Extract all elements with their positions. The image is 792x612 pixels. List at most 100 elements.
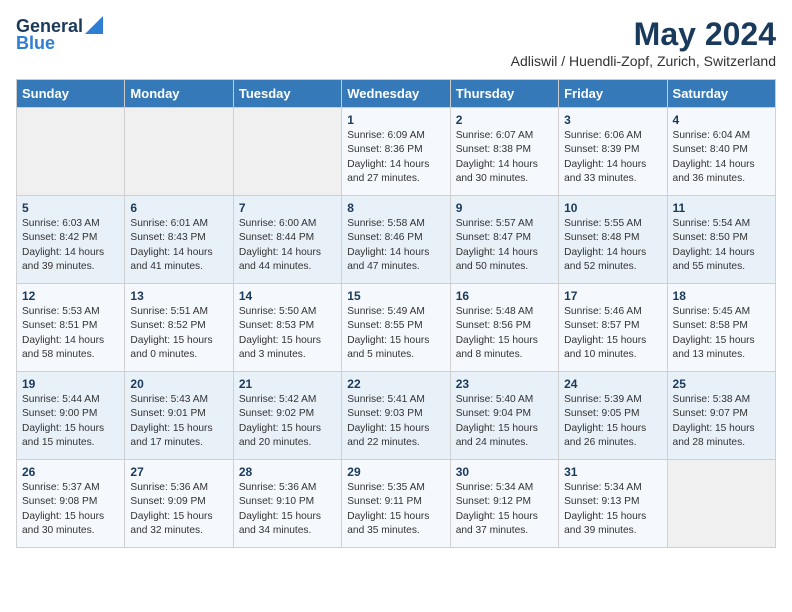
cell-info: Sunrise: 5:36 AM bbox=[130, 481, 227, 495]
cell-info: Daylight: 15 hours bbox=[130, 422, 227, 436]
calendar-cell: 19Sunrise: 5:44 AMSunset: 9:00 PMDayligh… bbox=[17, 372, 125, 460]
cell-info: and 8 minutes. bbox=[456, 348, 553, 362]
cell-info: and 50 minutes. bbox=[456, 260, 553, 274]
calendar-cell: 8Sunrise: 5:58 AMSunset: 8:46 PMDaylight… bbox=[342, 196, 450, 284]
day-number: 30 bbox=[456, 465, 553, 479]
cell-info: Sunset: 9:03 PM bbox=[347, 407, 444, 421]
cell-info: Sunrise: 5:34 AM bbox=[456, 481, 553, 495]
calendar-cell: 10Sunrise: 5:55 AMSunset: 8:48 PMDayligh… bbox=[559, 196, 667, 284]
cell-info: and 27 minutes. bbox=[347, 172, 444, 186]
cell-info: and 22 minutes. bbox=[347, 436, 444, 450]
cell-info: and 24 minutes. bbox=[456, 436, 553, 450]
cell-info: Daylight: 15 hours bbox=[239, 334, 336, 348]
cell-info: Daylight: 15 hours bbox=[22, 510, 119, 524]
cell-info: Sunset: 9:07 PM bbox=[673, 407, 770, 421]
day-number: 21 bbox=[239, 377, 336, 391]
cell-info: Sunrise: 6:03 AM bbox=[22, 217, 119, 231]
location-title: Adliswil / Huendli-Zopf, Zurich, Switzer… bbox=[511, 53, 776, 69]
cell-info: Sunset: 9:09 PM bbox=[130, 495, 227, 509]
cell-info: and 34 minutes. bbox=[239, 524, 336, 538]
calendar-cell: 31Sunrise: 5:34 AMSunset: 9:13 PMDayligh… bbox=[559, 460, 667, 548]
cell-info: Sunrise: 5:53 AM bbox=[22, 305, 119, 319]
cell-info: Sunrise: 6:00 AM bbox=[239, 217, 336, 231]
calendar-cell: 29Sunrise: 5:35 AMSunset: 9:11 PMDayligh… bbox=[342, 460, 450, 548]
cell-info: Sunrise: 5:45 AM bbox=[673, 305, 770, 319]
calendar-cell: 24Sunrise: 5:39 AMSunset: 9:05 PMDayligh… bbox=[559, 372, 667, 460]
cell-info: Daylight: 14 hours bbox=[564, 158, 661, 172]
cell-info: Sunrise: 5:57 AM bbox=[456, 217, 553, 231]
calendar-cell: 25Sunrise: 5:38 AMSunset: 9:07 PMDayligh… bbox=[667, 372, 775, 460]
calendar-cell: 18Sunrise: 5:45 AMSunset: 8:58 PMDayligh… bbox=[667, 284, 775, 372]
cell-info: Daylight: 14 hours bbox=[673, 158, 770, 172]
cell-info: Daylight: 14 hours bbox=[22, 246, 119, 260]
day-number: 29 bbox=[347, 465, 444, 479]
calendar-cell: 30Sunrise: 5:34 AMSunset: 9:12 PMDayligh… bbox=[450, 460, 558, 548]
cell-info: Daylight: 15 hours bbox=[456, 422, 553, 436]
day-number: 27 bbox=[130, 465, 227, 479]
calendar-cell: 20Sunrise: 5:43 AMSunset: 9:01 PMDayligh… bbox=[125, 372, 233, 460]
cell-info: and 58 minutes. bbox=[22, 348, 119, 362]
cell-info: Daylight: 15 hours bbox=[673, 334, 770, 348]
week-row-4: 19Sunrise: 5:44 AMSunset: 9:00 PMDayligh… bbox=[17, 372, 776, 460]
cell-info: Sunset: 9:05 PM bbox=[564, 407, 661, 421]
weekday-header-row: SundayMondayTuesdayWednesdayThursdayFrid… bbox=[17, 80, 776, 108]
cell-info: Sunrise: 5:48 AM bbox=[456, 305, 553, 319]
cell-info: and 39 minutes. bbox=[564, 524, 661, 538]
day-number: 28 bbox=[239, 465, 336, 479]
cell-info: and 39 minutes. bbox=[22, 260, 119, 274]
header: General Blue May 2024 Adliswil / Huendli… bbox=[16, 16, 776, 69]
cell-info: Sunset: 8:56 PM bbox=[456, 319, 553, 333]
cell-info: Sunset: 9:01 PM bbox=[130, 407, 227, 421]
cell-info: Daylight: 15 hours bbox=[130, 510, 227, 524]
cell-info: Daylight: 15 hours bbox=[239, 510, 336, 524]
title-area: May 2024 Adliswil / Huendli-Zopf, Zurich… bbox=[511, 16, 776, 69]
cell-info: and 52 minutes. bbox=[564, 260, 661, 274]
calendar-cell: 11Sunrise: 5:54 AMSunset: 8:50 PMDayligh… bbox=[667, 196, 775, 284]
cell-info: Daylight: 15 hours bbox=[347, 510, 444, 524]
day-number: 2 bbox=[456, 113, 553, 127]
weekday-header-saturday: Saturday bbox=[667, 80, 775, 108]
cell-info: Sunrise: 6:01 AM bbox=[130, 217, 227, 231]
cell-info: Sunset: 8:55 PM bbox=[347, 319, 444, 333]
calendar-cell: 27 Sunrise: 5:36 AMSunset: 9:09 PMDayligh… bbox=[125, 460, 233, 548]
day-number: 13 bbox=[130, 289, 227, 303]
cell-info: and 10 minutes. bbox=[564, 348, 661, 362]
cell-info: Sunrise: 6:06 AM bbox=[564, 129, 661, 143]
day-number: 26 bbox=[22, 465, 119, 479]
cell-info: Sunrise: 5:43 AM bbox=[130, 393, 227, 407]
cell-info: Sunrise: 5:49 AM bbox=[347, 305, 444, 319]
cell-info: Daylight: 15 hours bbox=[673, 422, 770, 436]
cell-info: Sunset: 9:02 PM bbox=[239, 407, 336, 421]
day-number: 7 bbox=[239, 201, 336, 215]
day-number: 5 bbox=[22, 201, 119, 215]
cell-info: and 5 minutes. bbox=[347, 348, 444, 362]
cell-info: Daylight: 15 hours bbox=[564, 334, 661, 348]
cell-info: Sunrise: 5:55 AM bbox=[564, 217, 661, 231]
cell-info: and 3 minutes. bbox=[239, 348, 336, 362]
cell-info: and 37 minutes. bbox=[456, 524, 553, 538]
weekday-header-tuesday: Tuesday bbox=[233, 80, 341, 108]
cell-info: Sunset: 8:58 PM bbox=[673, 319, 770, 333]
cell-info: Sunset: 9:00 PM bbox=[22, 407, 119, 421]
day-number: 6 bbox=[130, 201, 227, 215]
cell-info: Sunset: 9:13 PM bbox=[564, 495, 661, 509]
calendar-cell: 4Sunrise: 6:04 AMSunset: 8:40 PMDaylight… bbox=[667, 108, 775, 196]
calendar-cell: 28Sunrise: 5:36 AMSunset: 9:10 PMDayligh… bbox=[233, 460, 341, 548]
cell-info: Daylight: 15 hours bbox=[456, 334, 553, 348]
day-number: 15 bbox=[347, 289, 444, 303]
cell-info: and 35 minutes. bbox=[347, 524, 444, 538]
cell-info: Daylight: 15 hours bbox=[347, 334, 444, 348]
cell-info: and 26 minutes. bbox=[564, 436, 661, 450]
cell-info: Sunrise: 5:51 AM bbox=[130, 305, 227, 319]
day-number: 24 bbox=[564, 377, 661, 391]
calendar-cell bbox=[17, 108, 125, 196]
cell-info: Sunset: 8:47 PM bbox=[456, 231, 553, 245]
calendar-cell: 6Sunrise: 6:01 AMSunset: 8:43 PMDaylight… bbox=[125, 196, 233, 284]
cell-info: and 47 minutes. bbox=[347, 260, 444, 274]
cell-info: Sunrise: 5:36 AM bbox=[239, 481, 336, 495]
cell-info: Sunset: 8:40 PM bbox=[673, 143, 770, 157]
week-row-1: 1Sunrise: 6:09 AMSunset: 8:36 PMDaylight… bbox=[17, 108, 776, 196]
cell-info: Sunrise: 5:37 AM bbox=[22, 481, 119, 495]
calendar-cell: 3Sunrise: 6:06 AMSunset: 8:39 PMDaylight… bbox=[559, 108, 667, 196]
cell-info: and 41 minutes. bbox=[130, 260, 227, 274]
